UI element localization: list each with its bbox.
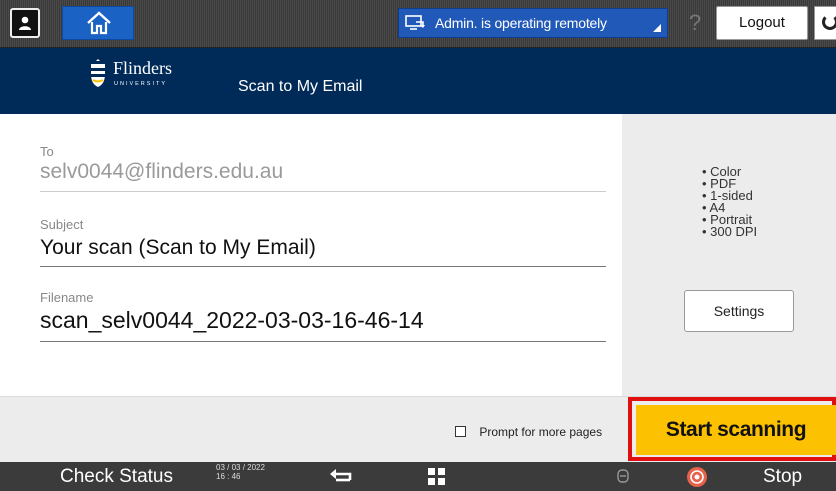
action-row: Prompt for more pages Start scanning xyxy=(0,396,836,462)
prompt-more-pages-option[interactable]: Prompt for more pages xyxy=(455,425,602,439)
power-button[interactable] xyxy=(814,6,836,40)
filename-label: Filename xyxy=(40,290,94,305)
prompt-more-pages-checkbox[interactable] xyxy=(455,426,466,437)
top-status-bar: Admin. is operating remotely ? Logout xyxy=(0,0,836,48)
flinders-shield-icon xyxy=(91,59,105,87)
date-time-display: 03 / 03 / 2022 16 : 46 xyxy=(216,463,265,481)
expand-corner-icon xyxy=(653,24,661,32)
to-field: selv0044@flinders.edu.au xyxy=(40,160,606,192)
to-label: To xyxy=(40,144,54,159)
bottom-system-bar: Check Status 03 / 03 / 2022 16 : 46 Stop xyxy=(0,462,836,491)
remote-status-text: Admin. is operating remotely xyxy=(435,15,607,31)
settings-button[interactable]: Settings xyxy=(684,290,794,332)
option-resolution: 300 DPI xyxy=(702,225,757,238)
filename-field[interactable]: scan_selv0044_2022-03-03-16-46-14 xyxy=(40,307,606,342)
back-icon[interactable] xyxy=(326,466,356,488)
app-header: Flinders UNIVERSITY Scan to My Email xyxy=(0,48,836,114)
logout-button[interactable]: Logout xyxy=(716,6,808,40)
stop-button[interactable]: Stop xyxy=(763,466,802,488)
time-text: 16 : 46 xyxy=(216,472,241,481)
home-icon xyxy=(87,11,111,35)
settings-panel: Color PDF 1-sided A4 Portrait 300 DPI Se… xyxy=(622,114,836,396)
app-title: Scan to My Email xyxy=(238,78,363,95)
remote-desktop-icon xyxy=(405,15,425,30)
brand-name: Flinders xyxy=(113,58,173,78)
apps-grid-icon[interactable] xyxy=(428,468,446,486)
user-icon xyxy=(19,16,31,30)
help-button[interactable]: ? xyxy=(680,6,710,40)
prompt-more-pages-label: Prompt for more pages xyxy=(479,425,603,439)
subject-field[interactable]: Your scan (Scan to My Email) xyxy=(40,236,606,267)
flinders-logo: Flinders UNIVERSITY xyxy=(88,56,198,102)
check-status-button[interactable]: Check Status xyxy=(60,466,173,488)
scan-options-list: Color PDF 1-sided A4 Portrait 300 DPI xyxy=(702,165,757,238)
scan-form: To selv0044@flinders.edu.au Subject Your… xyxy=(0,114,622,396)
power-icon xyxy=(822,14,836,30)
user-button[interactable] xyxy=(10,8,40,38)
stop-icon[interactable] xyxy=(686,466,708,488)
home-button[interactable] xyxy=(62,6,134,40)
subject-label: Subject xyxy=(40,217,84,232)
brand-subtitle: UNIVERSITY xyxy=(114,81,168,87)
remote-operation-indicator[interactable]: Admin. is operating remotely xyxy=(398,8,668,38)
start-scanning-button[interactable]: Start scanning xyxy=(636,405,836,455)
help-icon: ? xyxy=(688,10,702,35)
date-text: 03 / 03 / 2022 xyxy=(216,463,265,472)
energy-saver-icon[interactable] xyxy=(617,469,629,483)
